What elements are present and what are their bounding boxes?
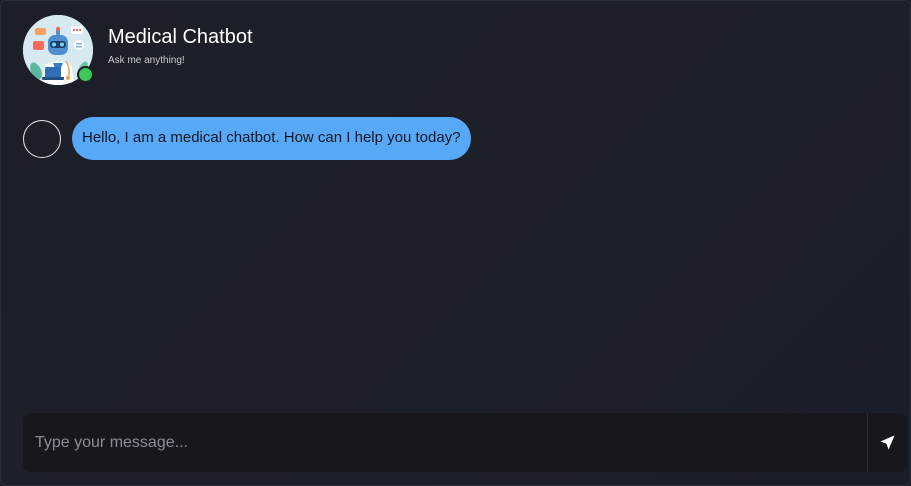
send-button[interactable]: [867, 413, 907, 472]
avatar-container: [23, 15, 94, 85]
chat-window: Medical Chatbot Ask me anything! Hello, …: [0, 0, 911, 486]
header-text: Medical Chatbot Ask me anything!: [108, 25, 253, 66]
chat-header: Medical Chatbot Ask me anything!: [23, 15, 253, 85]
message-bubble: Hello, I am a medical chatbot. How can I…: [72, 117, 471, 160]
online-status-indicator: [77, 66, 94, 83]
send-arrow-icon: [880, 435, 895, 450]
message-list: Hello, I am a medical chatbot. How can I…: [23, 117, 888, 160]
chat-subtitle: Ask me anything!: [108, 54, 185, 66]
chat-title: Medical Chatbot: [108, 25, 253, 48]
message-bot: Hello, I am a medical chatbot. How can I…: [23, 117, 888, 160]
message-input[interactable]: [23, 413, 867, 472]
bot-avatar: [23, 119, 61, 158]
message-composer: [23, 413, 907, 472]
